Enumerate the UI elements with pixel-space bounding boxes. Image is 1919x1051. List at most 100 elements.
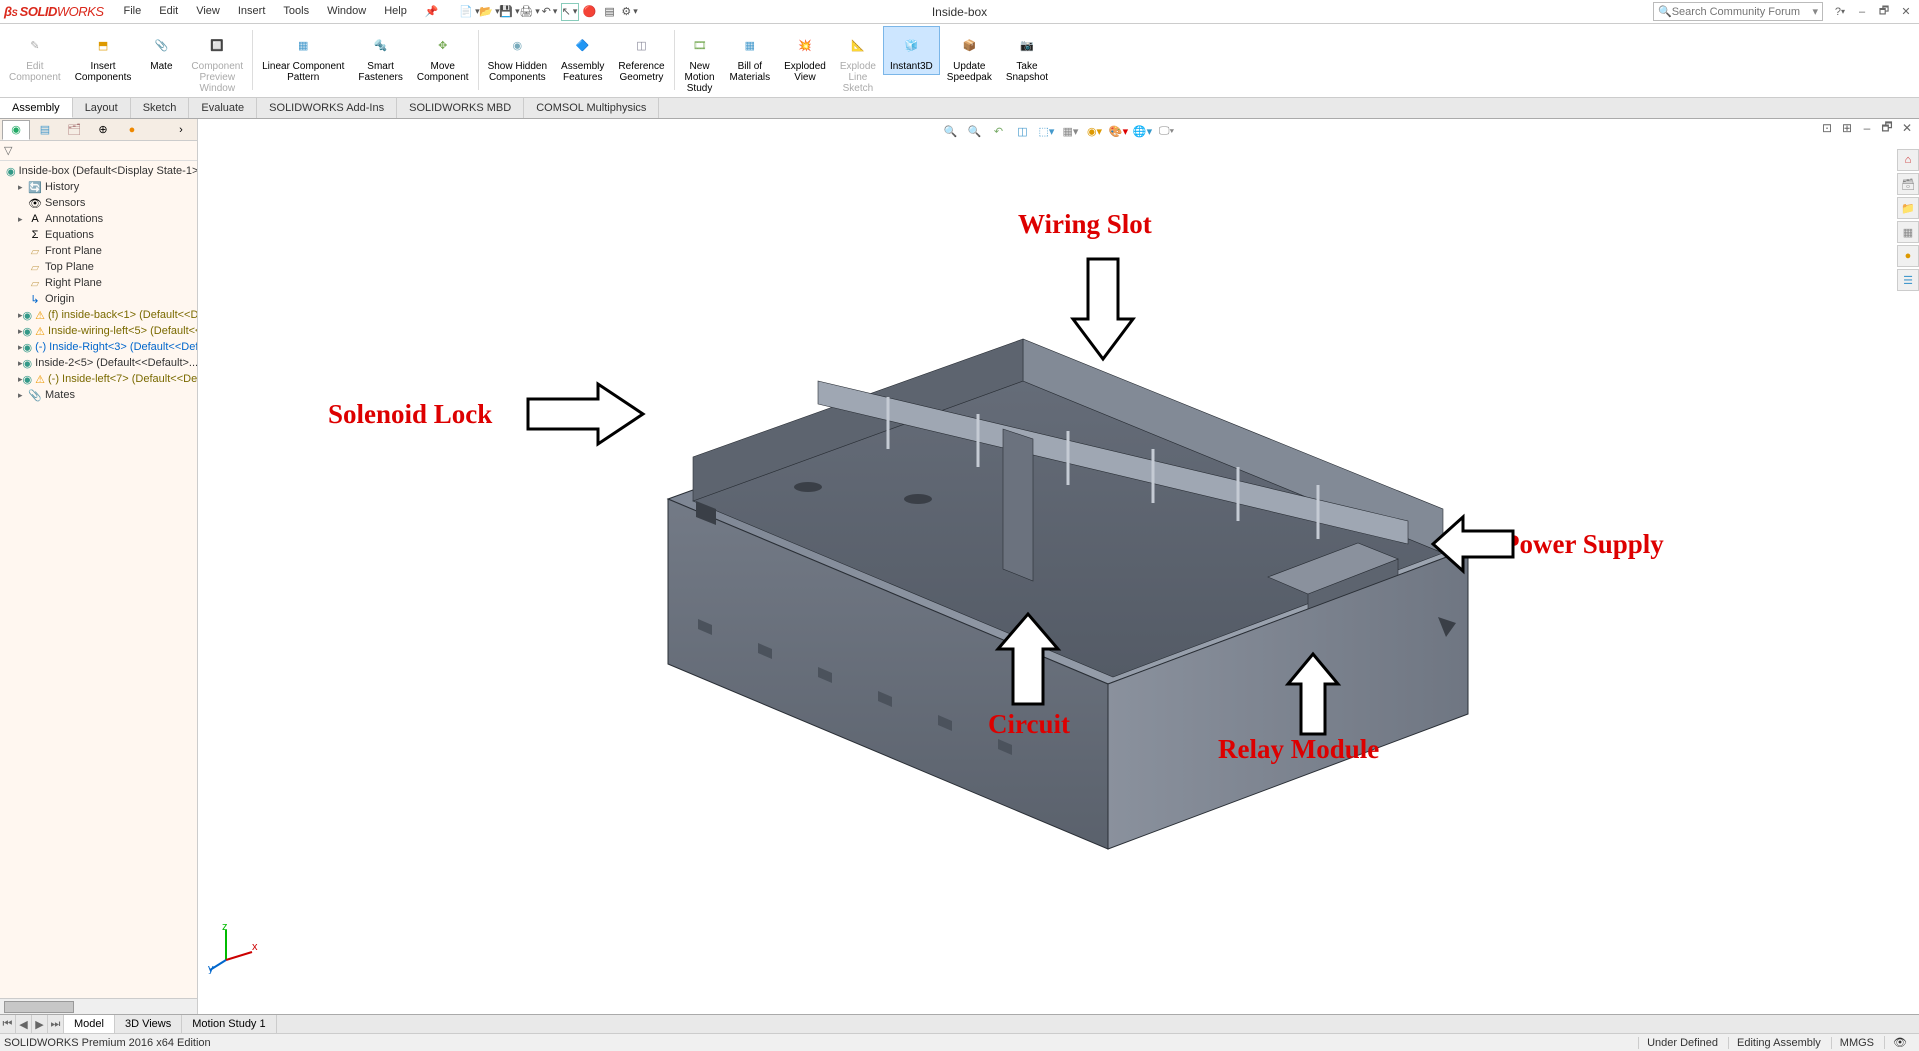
appearances-tab-icon[interactable]: ●	[1897, 245, 1919, 267]
select-icon[interactable]: ↖▾	[561, 3, 579, 21]
tree-item-equations[interactable]: ΣEquations	[0, 227, 197, 243]
instant3d-button[interactable]: 🧊Instant3D	[883, 26, 940, 75]
move-component-button[interactable]: ✥Move Component	[410, 26, 476, 86]
exploded-view-button[interactable]: 💥Exploded View	[777, 26, 833, 86]
tree-item-annotations[interactable]: ▸AAnnotations	[0, 211, 197, 227]
bill-of-materials-button[interactable]: ▦Bill of Materials	[723, 26, 778, 86]
tree-item-part[interactable]: ▸◉⚠(f) inside-back<1> (Default<<Def...	[0, 307, 197, 323]
section-view-icon[interactable]: ◫	[1013, 121, 1033, 141]
tab-sw-mbd[interactable]: SOLIDWORKS MBD	[397, 98, 524, 118]
reference-geometry-button[interactable]: ◫Reference Geometry	[611, 26, 671, 86]
tab-nav-prev-icon[interactable]: ◀	[16, 1015, 32, 1033]
zoom-to-fit-icon[interactable]: 🔍	[941, 121, 961, 141]
menu-pin[interactable]: 📌	[417, 2, 447, 21]
dimxpert-tab-icon[interactable]: ⊕	[89, 120, 117, 140]
tree-item-right-plane[interactable]: ▱Right Plane	[0, 275, 197, 291]
graphics-viewport[interactable]: 🔍 🔍 ↶ ◫ ⬚▾ ▦▾ ◉▾ 🎨▾ 🌐▾ 🖵▾ ⊡ ⊞ ‒ 🗗 ✕ ⌂ 🗃 …	[198, 119, 1919, 1014]
new-motion-study-button[interactable]: 🎞New Motion Study	[677, 26, 723, 97]
tree-item-part[interactable]: ▸◉(-) Inside-Right<3> (Default<<Def...	[0, 339, 197, 355]
hide-show-icon[interactable]: ◉▾	[1085, 121, 1105, 141]
assembly-features-button[interactable]: 🔷Assembly Features	[554, 26, 611, 86]
view-orientation-icon[interactable]: ⬚▾	[1037, 121, 1057, 141]
edit-appearance-icon[interactable]: 🎨▾	[1109, 121, 1129, 141]
file-explorer-tab-icon[interactable]: 📁	[1897, 197, 1919, 219]
child-minimize-icon[interactable]: ‒	[1859, 121, 1875, 135]
settings-icon[interactable]: ⚙▾	[621, 3, 639, 21]
display-tab-icon[interactable]: ●	[118, 120, 146, 140]
orientation-triad[interactable]: z x y	[208, 922, 260, 974]
expand-icon[interactable]: ▸	[18, 182, 28, 193]
menu-tools[interactable]: Tools	[275, 2, 317, 21]
tree-item-part[interactable]: ▸◉⚠(-) Inside-left<7> (Default<<Defaul..…	[0, 371, 197, 387]
display-style-icon[interactable]: ▦▾	[1061, 121, 1081, 141]
bottom-tab-motion-study[interactable]: Motion Study 1	[182, 1015, 276, 1033]
open-doc-icon[interactable]: 📂▾	[481, 3, 499, 21]
menu-edit[interactable]: Edit	[151, 2, 186, 21]
configuration-tab-icon[interactable]: 🗂	[60, 120, 88, 140]
tree-item-origin[interactable]: ↳Origin	[0, 291, 197, 307]
bottom-tab-3d-views[interactable]: 3D Views	[115, 1015, 182, 1033]
tree-item-front-plane[interactable]: ▱Front Plane	[0, 243, 197, 259]
view-palette-tab-icon[interactable]: ▦	[1897, 221, 1919, 243]
filter-row[interactable]: ▽	[0, 141, 197, 161]
options-list-icon[interactable]: ▤	[601, 3, 619, 21]
smart-fasteners-button[interactable]: 🔩Smart Fasteners	[351, 26, 409, 86]
linear-component-pattern-button[interactable]: ▦Linear Component Pattern	[255, 26, 351, 86]
previous-view-icon[interactable]: ↶	[989, 121, 1009, 141]
tab-sketch[interactable]: Sketch	[131, 98, 190, 118]
feature-tree-tab-icon[interactable]: ◉	[2, 120, 30, 140]
menu-window[interactable]: Window	[319, 2, 374, 21]
property-manager-tab-icon[interactable]: ▤	[31, 120, 59, 140]
expand-icon[interactable]: ▸	[18, 214, 28, 225]
tab-evaluate[interactable]: Evaluate	[189, 98, 257, 118]
close-icon[interactable]: ✕	[1897, 4, 1915, 20]
restore-icon[interactable]: 🗗	[1875, 4, 1893, 20]
undo-icon[interactable]: ↶▾	[541, 3, 559, 21]
panel-expand-icon[interactable]: ›	[167, 120, 195, 140]
sidebar-hscroll[interactable]	[0, 998, 197, 1014]
menu-insert[interactable]: Insert	[230, 2, 274, 21]
tab-nav-next-icon[interactable]: ▶	[32, 1015, 48, 1033]
child-pin-icon[interactable]: ⊡	[1819, 121, 1835, 135]
take-snapshot-button[interactable]: 📷Take Snapshot	[999, 26, 1055, 86]
update-speedpak-button[interactable]: 📦Update Speedpak	[940, 26, 999, 86]
tree-item-history[interactable]: ▸🔄History	[0, 179, 197, 195]
rebuild-icon[interactable]: 🔴	[581, 3, 599, 21]
search-box[interactable]: 🔍 ▾	[1653, 2, 1823, 21]
print-icon[interactable]: 🖨▾	[521, 3, 539, 21]
tab-nav-first-icon[interactable]: ⏮	[0, 1015, 16, 1033]
show-hidden-components-button[interactable]: ◉Show Hidden Components	[481, 26, 554, 86]
custom-props-tab-icon[interactable]: ☰	[1897, 269, 1919, 291]
insert-components-button[interactable]: ⬒Insert Components	[68, 26, 139, 86]
tab-assembly[interactable]: Assembly	[0, 98, 73, 118]
apply-scene-icon[interactable]: 🌐▾	[1133, 121, 1153, 141]
tab-layout[interactable]: Layout	[73, 98, 131, 118]
view-settings-icon[interactable]: 🖵▾	[1157, 121, 1177, 141]
mate-button[interactable]: 📎Mate	[138, 26, 184, 75]
expand-icon[interactable]: ▸	[18, 390, 28, 401]
zoom-area-icon[interactable]: 🔍	[965, 121, 985, 141]
save-icon[interactable]: 💾▾	[501, 3, 519, 21]
search-input[interactable]	[1672, 6, 1813, 18]
design-library-tab-icon[interactable]: 🗃	[1897, 173, 1919, 195]
tree-root[interactable]: ◉ Inside-box (Default<Display State-1>)	[0, 163, 197, 179]
child-close-icon[interactable]: ✕	[1899, 121, 1915, 135]
tab-sw-addins[interactable]: SOLIDWORKS Add-Ins	[257, 98, 397, 118]
search-dropdown-icon[interactable]: ▾	[1812, 5, 1818, 18]
status-units[interactable]: MMGS	[1831, 1037, 1882, 1049]
tab-nav-last-icon[interactable]: ⏭	[48, 1015, 64, 1033]
menu-view[interactable]: View	[188, 2, 228, 21]
bottom-tab-model[interactable]: Model	[64, 1015, 115, 1033]
child-more-icon[interactable]: ⊞	[1839, 121, 1855, 135]
help-icon[interactable]: ?▾	[1831, 4, 1849, 20]
menu-file[interactable]: File	[116, 2, 150, 21]
sw-resources-tab-icon[interactable]: ⌂	[1897, 149, 1919, 171]
tree-item-part[interactable]: ▸◉Inside-2<5> (Default<<Default>...	[0, 355, 197, 371]
tree-item-part[interactable]: ▸◉⚠Inside-wiring-left<5> (Default<<D...	[0, 323, 197, 339]
tree-item-sensors[interactable]: 👁Sensors	[0, 195, 197, 211]
new-doc-icon[interactable]: 📄▾	[461, 3, 479, 21]
child-restore-icon[interactable]: 🗗	[1879, 121, 1895, 135]
tree-item-top-plane[interactable]: ▱Top Plane	[0, 259, 197, 275]
tree-item-mates[interactable]: ▸📎Mates	[0, 387, 197, 403]
minimize-icon[interactable]: ‒	[1853, 4, 1871, 20]
